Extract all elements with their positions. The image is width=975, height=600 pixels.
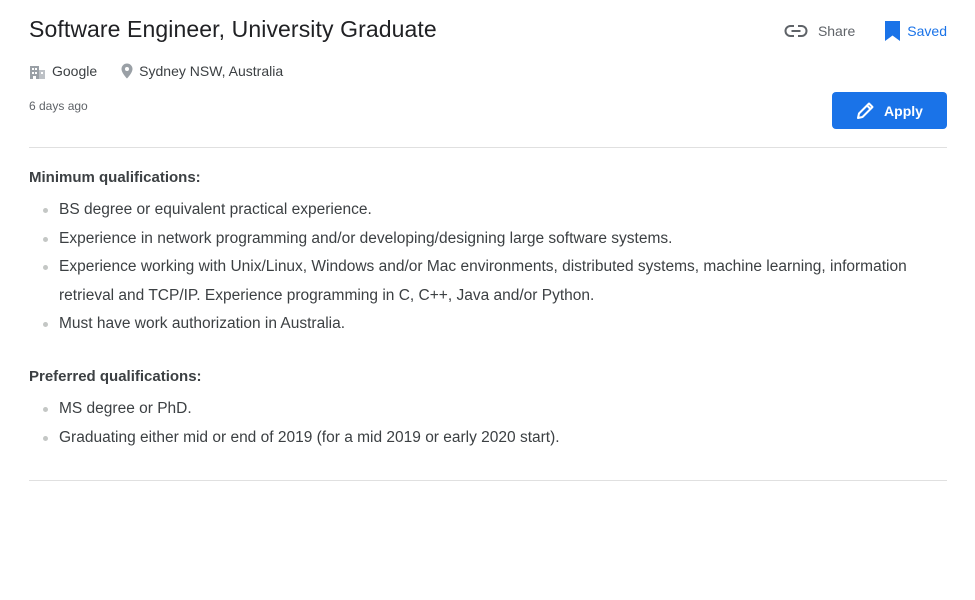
divider [29, 147, 947, 148]
list-item: BS degree or equivalent practical experi… [29, 196, 947, 225]
section-heading: Minimum qualifications: [29, 169, 201, 186]
list-item: Must have work authorization in Australi… [29, 310, 947, 339]
list-item: Experience working with Unix/Linux, Wind… [29, 253, 947, 310]
job-meta: Google Sydney NSW, Australia [29, 60, 307, 82]
list-item: Graduating either mid or end of 2019 (fo… [29, 424, 947, 453]
company-name: Google [52, 63, 98, 79]
share-label: Share [817, 23, 856, 39]
link-icon [784, 25, 808, 37]
location-text: Sydney NSW, Australia [139, 63, 284, 79]
saved-button[interactable]: Saved [884, 20, 947, 42]
preferred-qualifications: Preferred qualifications: MS degree or P… [29, 367, 947, 452]
qualification-list: MS degree or PhD. Graduating either mid … [29, 395, 947, 452]
divider [29, 480, 947, 481]
qualification-list: BS degree or equivalent practical experi… [29, 196, 947, 339]
bookmark-icon [885, 21, 901, 41]
saved-label: Saved [907, 23, 947, 39]
minimum-qualifications: Minimum qualifications: BS degree or equ… [29, 168, 947, 339]
location-pin-icon [121, 63, 133, 79]
location: Sydney NSW, Australia [121, 63, 283, 79]
section-heading: Preferred qualifications: [29, 368, 202, 385]
building-icon [30, 65, 45, 79]
apply-label: Apply [884, 102, 923, 119]
posted-time: 6 days ago [29, 99, 88, 113]
pencil-icon [857, 102, 874, 119]
list-item: MS degree or PhD. [29, 395, 947, 424]
list-item: Experience in network programming and/or… [29, 225, 947, 254]
share-button[interactable]: Share [784, 23, 855, 39]
apply-button[interactable]: Apply [832, 92, 947, 129]
job-title: Software Engineer, University Graduate [29, 16, 437, 42]
job-actions: Share Saved [784, 18, 947, 44]
company: Google [29, 63, 97, 80]
